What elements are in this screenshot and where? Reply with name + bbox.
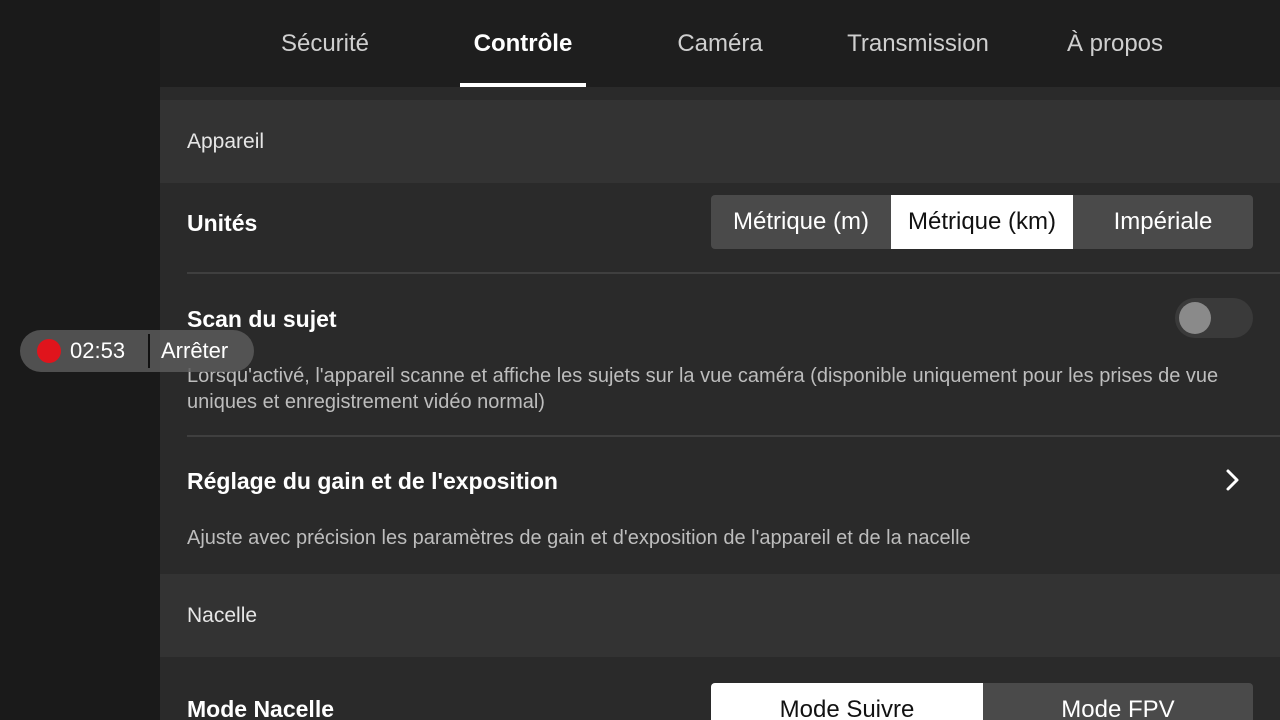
tab-label: Caméra (677, 29, 763, 57)
stop-recording-button[interactable]: Arrêter (161, 338, 228, 364)
tab-transmission[interactable]: Transmission (830, 0, 1006, 87)
gain-exposure-description: Ajuste avec précision les paramètres de … (187, 527, 971, 549)
gimbal-mode-label: Mode Nacelle (187, 696, 334, 720)
units-label: Unités (187, 210, 258, 236)
settings-panel: Sécurité Contrôle Caméra Transmission À … (160, 0, 1280, 720)
subject-scan-label: Scan du sujet (187, 306, 337, 332)
row-divider (187, 272, 1280, 274)
units-segmented-control: Métrique (m) Métrique (km) Impériale (711, 195, 1253, 249)
tab-label: À propos (1066, 29, 1164, 57)
units-option-metric-km[interactable]: Métrique (km) (891, 195, 1073, 249)
gimbal-mode-segmented-control: Mode Suivre Mode FPV (711, 683, 1253, 720)
tab-label: Sécurité (280, 29, 370, 57)
row-divider (187, 435, 1280, 437)
subject-scan-description: Lorsqu'activé, l'appareil scanne et affi… (187, 365, 1219, 413)
tab-a-propos[interactable]: À propos (1050, 0, 1180, 87)
settings-tab-bar: Sécurité Contrôle Caméra Transmission À … (160, 0, 1280, 87)
option-label: Mode Suivre (779, 696, 915, 720)
subject-scan-toggle[interactable] (1175, 298, 1253, 338)
record-dot-icon (37, 339, 61, 363)
screen-recording-indicator: 02:53 Arrêter (20, 330, 254, 372)
gain-exposure-label: Réglage du gain et de l'exposition (187, 468, 558, 494)
option-label: Mode FPV (1061, 696, 1175, 720)
tab-securite[interactable]: Sécurité (260, 0, 390, 87)
option-label: Métrique (m) (732, 208, 870, 235)
chevron-right-icon[interactable] (1218, 465, 1248, 495)
gimbal-option-fpv[interactable]: Mode FPV (983, 683, 1253, 720)
section-title: Nacelle (187, 603, 258, 627)
section-title: Appareil (187, 129, 265, 153)
tab-controle[interactable]: Contrôle (460, 0, 586, 87)
active-tab-indicator (460, 83, 586, 87)
recording-time: 02:53 (70, 338, 126, 363)
gimbal-option-follow[interactable]: Mode Suivre (711, 683, 983, 720)
tab-camera[interactable]: Caméra (660, 0, 780, 87)
units-option-imperial[interactable]: Impériale (1073, 195, 1253, 249)
section-header-nacelle: Nacelle (160, 574, 1280, 657)
toggle-knob (1179, 302, 1211, 334)
tab-label: Transmission (847, 29, 989, 57)
section-header-appareil: Appareil (160, 100, 1280, 183)
units-option-metric-m[interactable]: Métrique (m) (711, 195, 891, 249)
recording-separator (148, 334, 150, 368)
option-label: Impériale (1113, 208, 1213, 235)
option-label: Métrique (km) (907, 208, 1057, 235)
tab-label: Contrôle (473, 29, 573, 57)
